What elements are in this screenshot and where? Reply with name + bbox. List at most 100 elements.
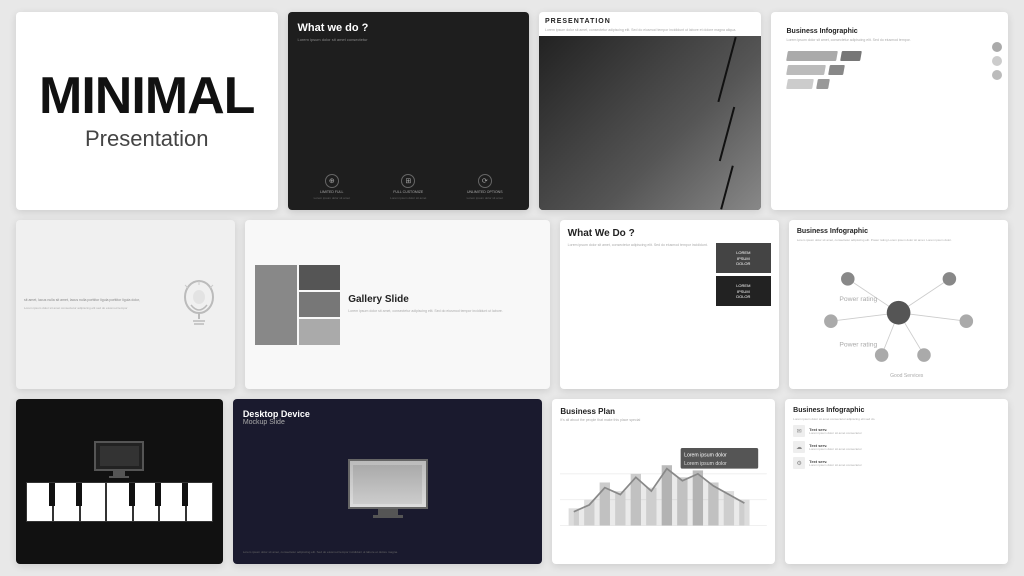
hero-card: MINIMAL Presentation: [16, 12, 278, 210]
bulb-img: [172, 228, 227, 381]
slide7-title: Business Infographic: [797, 228, 1000, 235]
slide-desktop: Desktop Device Mockup Slide Lorem ipsum …: [233, 399, 543, 564]
options-icon: ⟳: [482, 177, 488, 185]
bulb-svg: [177, 277, 222, 332]
hero-title: MINIMAL: [39, 70, 254, 122]
slide-presentation: PRESENTATION Lorem ipsum dolor sit amet,…: [539, 12, 761, 210]
slide11-title: Business Infographic: [793, 407, 1000, 414]
iso-icon-1: [992, 42, 1002, 52]
slide2-icon-2: ⊞ FULL CUSTOMIZE Lorem ipsum dolor sit a…: [374, 174, 443, 200]
info-icon-1: ✉: [793, 425, 805, 437]
slide7-body: Lorem ipsum dolor sit amet, consectetur …: [797, 238, 1000, 242]
slide-bizplan: Business Plan It's all about the people …: [552, 399, 775, 564]
black-key-5: [182, 483, 188, 506]
slide6-images: LOREMIPSUMDOLOR LOREMIPSUMDOLOR: [716, 243, 771, 381]
business-plan-chart: Lorem ipsum dolor Lorem ipsum dolor: [560, 426, 767, 556]
info-icon-2-glyph: ☁: [796, 444, 802, 451]
info-icon-2: ☁: [793, 441, 805, 453]
monitor-inner: [100, 446, 139, 467]
black-key-1: [49, 483, 55, 506]
info-item-2: ☁ Text serv. Lorem ipsum dolor sit amet …: [793, 441, 1000, 453]
slide1-body: Lorem ipsum dolor sit amet, consectetur …: [545, 28, 755, 33]
gallery-cell-2: [299, 292, 341, 317]
gallery-cell-1: [299, 265, 341, 290]
slide2-label-3: UNLIMITED OPTIONS: [467, 190, 503, 194]
gallery-face: [255, 265, 297, 345]
svg-text:Lorem ipsum dolor: Lorem ipsum dolor: [684, 461, 727, 467]
gallery-title: Gallery Slide: [348, 294, 539, 305]
slide1-title: PRESENTATION: [545, 18, 755, 25]
info-item-3: ⚙ Text serv. Lorem ipsum dolor sit amet …: [793, 457, 1000, 469]
desktop-monitor: [348, 459, 428, 518]
bulb-extra-text: Lorem ipsum dolor sit amet consectetur a…: [24, 306, 166, 311]
info-icon-3-glyph: ⚙: [796, 460, 801, 467]
iso-icon-2: [992, 56, 1002, 66]
globe-icon: ⊕: [329, 177, 335, 185]
slide-whatwedo-dark: What we do ? Lorem ipsum dolor sit amet …: [288, 12, 530, 210]
info-desc-1: Lorem ipsum dolor sit amet consectetur: [809, 432, 862, 436]
gallery-cell-3: [299, 319, 341, 344]
iso-bar-3: [786, 79, 814, 89]
slide10-title: Business Plan: [560, 407, 767, 416]
info-text-1: Text serv. Lorem ipsum dolor sit amet co…: [809, 427, 862, 436]
slide6-body: Lorem ipsum dolor sit amet, consectetur …: [568, 243, 710, 381]
slide3-body: Lorem ipsum dolor sit amet, consectetur …: [787, 38, 993, 43]
key-2: [53, 482, 80, 522]
slide-whatwedo-light: What We Do ? Lorem ipsum dolor sit amet,…: [560, 220, 779, 389]
svg-text:Power rating: Power rating: [839, 342, 877, 349]
slide9-title: Desktop Device: [243, 409, 533, 419]
slide-bizinfo-br: Business Infographic Lorem ipsum dolor s…: [785, 399, 1008, 564]
slide2-label-1: LIMITED FULL: [320, 190, 343, 194]
iso-icon-3: [992, 70, 1002, 80]
iso-bar-2: [786, 65, 826, 75]
slide6-heading: What We Do ?: [568, 228, 771, 239]
slide-piano: [16, 399, 223, 564]
iso-bar-side: [840, 51, 862, 61]
chart-area: Lorem ipsum dolor Lorem ipsum dolor: [560, 426, 767, 556]
top-row: MINIMAL Presentation What we do ? Lorem …: [16, 12, 1008, 210]
desktop-screen: [348, 459, 428, 509]
slide2-icon-3-circle: ⟳: [478, 174, 492, 188]
bottom-row: Desktop Device Mockup Slide Lorem ipsum …: [16, 399, 1008, 564]
key-7: [186, 482, 213, 522]
slide2-desc-3: Lorem ipsum dolor sit amet: [467, 196, 503, 200]
slide2-desc-1: Lorem ipsum dolor sit amet: [314, 196, 350, 200]
piano-monitor: [94, 441, 144, 478]
bulb-text: sit amet, lacus nulla sit amet, lacus nu…: [24, 298, 166, 304]
slide-infographic-top: Business Infographic Lorem ipsum dolor s…: [771, 12, 1009, 210]
desktop-inner: [353, 465, 421, 504]
info-desc-2: Lorem ipsum dolor sit amet consectetur: [809, 448, 862, 452]
svg-text:Good Services: Good Services: [890, 373, 924, 379]
svg-text:Lorem ipsum dolor: Lorem ipsum dolor: [684, 452, 727, 458]
main-container: MINIMAL Presentation What we do ? Lorem …: [0, 0, 1024, 576]
slide2-icon-2-circle: ⊞: [401, 174, 415, 188]
slide6-img2: LOREMIPSUMDOLOR: [716, 276, 771, 306]
black-key-4: [155, 483, 161, 506]
slide2-icon-1: ⊕ LIMITED FULL Lorem ipsum dolor sit ame…: [298, 174, 367, 200]
black-key-2: [76, 483, 82, 506]
key-4: [106, 482, 133, 522]
info-items: ✉ Text serv. Lorem ipsum dolor sit amet …: [793, 425, 1000, 556]
slide2-icons-row: ⊕ LIMITED FULL Lorem ipsum dolor sit ame…: [298, 174, 520, 200]
gallery-text: Gallery Slide Lorem ipsum dolor sit amet…: [348, 294, 539, 314]
info-item-1: ✉ Text serv. Lorem ipsum dolor sit amet …: [793, 425, 1000, 437]
bulb-text-col: sit amet, lacus nulla sit amet, lacus nu…: [24, 228, 166, 381]
slide-gallery: Gallery Slide Lorem ipsum dolor sit amet…: [245, 220, 549, 389]
black-key-3: [129, 483, 135, 506]
info-icon-3: ⚙: [793, 457, 805, 469]
slide10-desc: It's all about the people that make this…: [560, 418, 767, 422]
info-icon-1-glyph: ✉: [797, 428, 802, 435]
key-1: [26, 482, 53, 522]
monitor-screen: [94, 441, 144, 471]
slide6-lorem1: LOREMIPSUMDOLOR: [736, 250, 750, 266]
svg-text:Power rating: Power rating: [839, 296, 877, 303]
slide3-title: Business Infographic: [787, 28, 993, 35]
slide-bulb: sit amet, lacus nulla sit amet, lacus nu…: [16, 220, 235, 389]
info-desc-3: Lorem ipsum dolor sit amet consectetur: [809, 464, 862, 468]
middle-row: sit amet, lacus nulla sit amet, lacus nu…: [16, 220, 1008, 389]
monitor-base: [109, 476, 129, 478]
slide2-heading: What we do ?: [298, 22, 520, 34]
desktop-foot: [373, 515, 403, 518]
slide9-desc: Lorem ipsum dolor sit amet, consectetur …: [243, 550, 533, 555]
slide2-label-2: FULL CUSTOMIZE: [393, 190, 423, 194]
